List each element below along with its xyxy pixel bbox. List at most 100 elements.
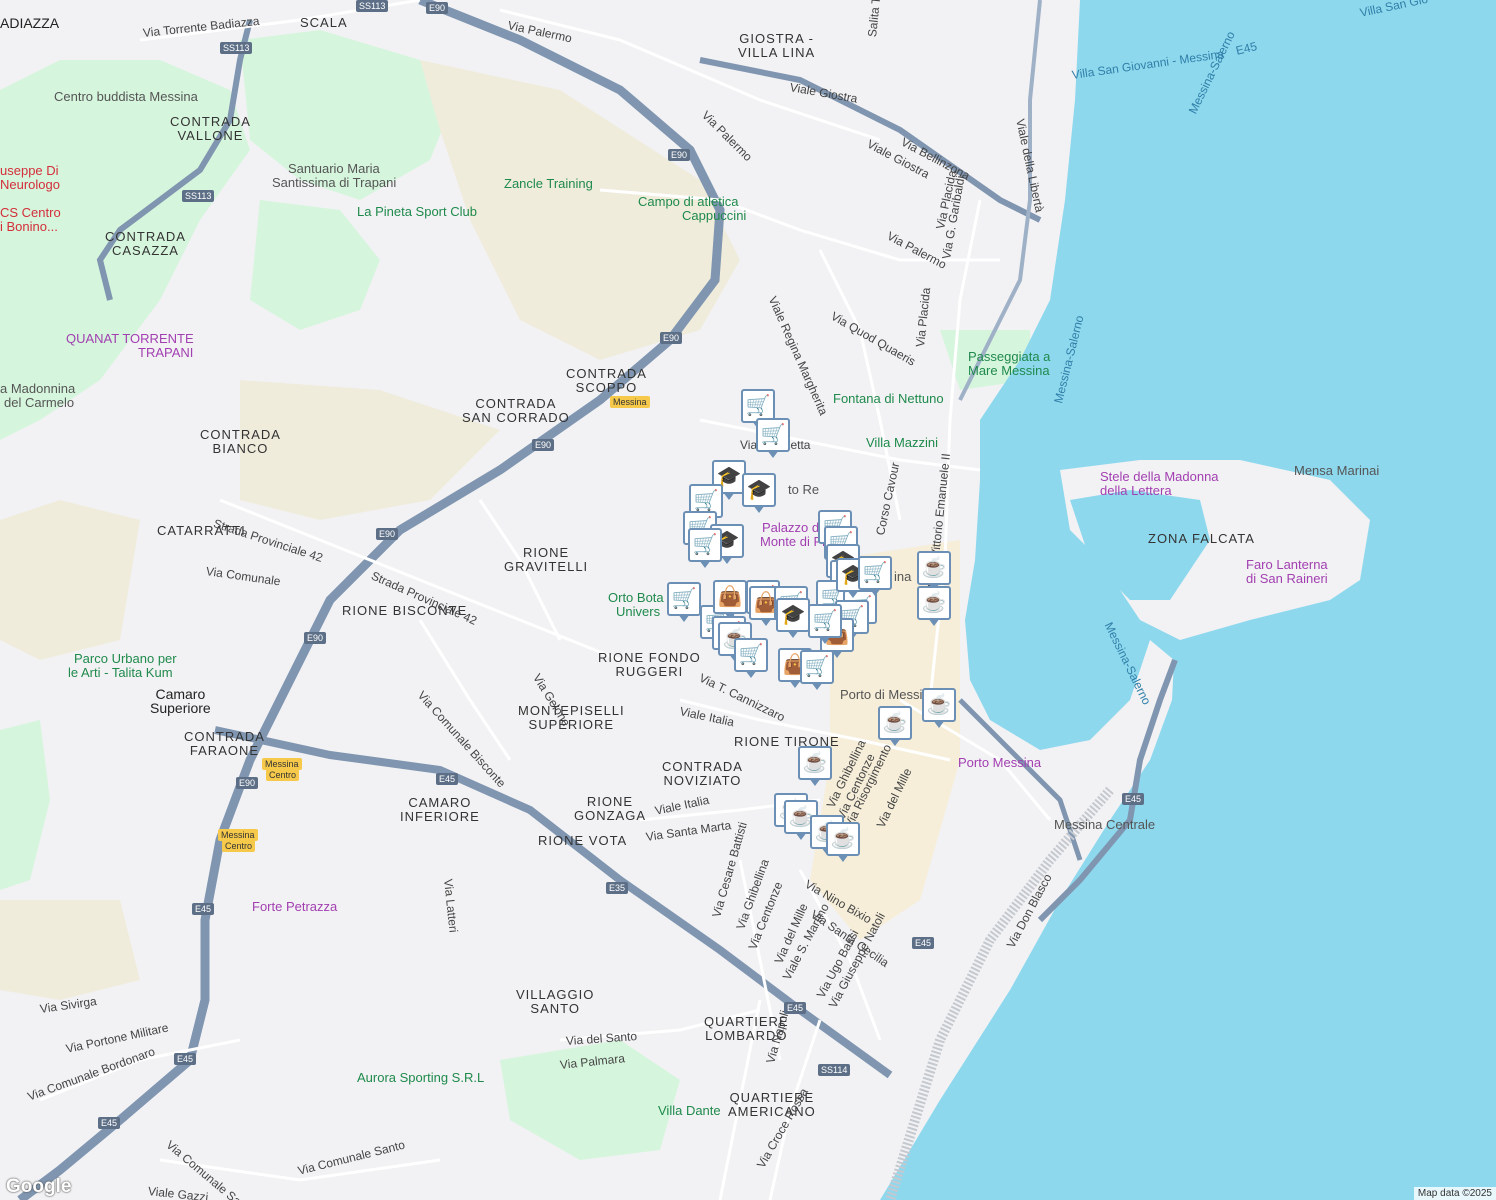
poi-label[interactable]: Monte di Pi: [760, 535, 825, 549]
shopping-cart-icon: 🛒: [693, 490, 719, 512]
marker-box: ☕: [878, 706, 912, 740]
poi-label[interactable]: Fontana di Nettuno: [833, 392, 944, 406]
area-label-line: ZONA FALCATA: [1148, 531, 1255, 546]
coffee-cup-icon: ☕: [830, 828, 856, 850]
poi-label[interactable]: Neurologo: [0, 178, 60, 192]
marker-box: 🛒: [808, 604, 842, 638]
poi-label[interactable]: Mare Messina: [968, 364, 1050, 378]
marker-box: 🛒: [734, 638, 768, 672]
area-label-line: SCALA: [300, 15, 348, 30]
poi-label[interactable]: Santissima di Trapani: [272, 176, 396, 190]
map-canvas[interactable]: SCALA GIOSTRA - VILLA LINA CONTRADA VALLONE C…: [0, 0, 1496, 1200]
park-area: [250, 200, 380, 330]
area-label-bianco: CONTRADA BIANCO: [200, 428, 281, 456]
area-label-noviziato: CONTRADA NOVIZIATO: [662, 760, 743, 788]
map-marker[interactable]: 🛒: [667, 582, 701, 622]
map-marker[interactable]: 🛒: [858, 556, 892, 596]
route-shield: E90: [376, 528, 399, 540]
area-label-line: SANTO: [530, 1001, 580, 1016]
poi-label[interactable]: Centro buddista Messina: [54, 90, 198, 104]
shopping-cart-icon: 🛒: [745, 395, 771, 417]
area-label-line: VILLA LINA: [738, 45, 816, 60]
poi-label[interactable]: Zancle Training: [504, 177, 593, 191]
area-label-line: RIONE: [523, 545, 570, 560]
poi-label[interactable]: del Carmelo: [4, 396, 74, 410]
poi-label[interactable]: Porto Messina: [958, 756, 1041, 770]
route-shield: E90: [426, 2, 449, 14]
poi-label[interactable]: TRAPANI: [138, 346, 193, 360]
map-attribution[interactable]: Map data ©2025: [1413, 1187, 1496, 1200]
route-shield: Centro: [266, 769, 300, 781]
route-shield: E90: [304, 632, 327, 644]
area-label-line: RUGGERI: [615, 664, 684, 679]
poi-label[interactable]: Mensa Marinai: [1294, 464, 1379, 478]
poi-label[interactable]: a Madonnina: [0, 382, 75, 396]
area-label-line: RIONE VOTA: [538, 833, 628, 848]
poi-label[interactable]: Santuario Maria: [288, 162, 380, 176]
poi-label[interactable]: Cappuccini: [682, 209, 746, 223]
map-marker[interactable]: 🎓: [742, 473, 776, 513]
marker-box: 🛒: [688, 528, 722, 562]
poi-label[interactable]: della Lettera: [1100, 484, 1172, 498]
map-marker[interactable]: 🛒: [688, 528, 722, 568]
poi-label[interactable]: Faro Lanterna: [1246, 558, 1328, 572]
town-label-line: ADIAZZA: [0, 15, 60, 31]
marker-box: 👜: [713, 580, 747, 614]
poi-label[interactable]: Palazzo d: [762, 521, 819, 535]
map-marker[interactable]: 🛒: [756, 418, 790, 458]
map-marker[interactable]: 🎓: [776, 598, 810, 638]
route-shield: SS114: [818, 1064, 851, 1076]
poi-label[interactable]: Orto Bota: [608, 591, 664, 605]
poi-label[interactable]: Campo di atletica: [638, 195, 738, 209]
map-marker[interactable]: 🛒: [734, 638, 768, 678]
area-label-line: CONTRADA: [200, 427, 281, 442]
map-marker[interactable]: ☕: [917, 551, 951, 591]
map-marker[interactable]: ☕: [826, 822, 860, 862]
poi-label[interactable]: Villa Dante: [658, 1104, 721, 1118]
poi-label[interactable]: ina: [894, 570, 911, 584]
poi-label[interactable]: Stele della Madonna: [1100, 470, 1219, 484]
area-label-line: BIANCO: [212, 441, 269, 456]
coffee-cup-icon: ☕: [921, 557, 947, 579]
shopping-cart-icon: 🛒: [692, 534, 718, 556]
marker-box: 🎓: [742, 473, 776, 507]
route-shield: E45: [174, 1053, 197, 1065]
area-label-camaroinf: CAMARO INFERIORE: [400, 796, 480, 824]
poi-label[interactable]: di San Raineri: [1246, 572, 1328, 586]
poi-label[interactable]: Aurora Sporting S.R.L: [357, 1071, 484, 1085]
poi-label[interactable]: QUANAT TORRENTE: [66, 332, 194, 346]
poi-label[interactable]: to Re: [788, 483, 819, 497]
map-marker[interactable]: ☕: [922, 688, 956, 728]
marker-box: ☕: [798, 746, 832, 780]
route-shield: SS113: [356, 0, 389, 12]
route-shield: E45: [784, 1002, 807, 1014]
area-label-line: NOVIZIATO: [663, 773, 742, 788]
area-label-line: MONTEPISELLI: [518, 703, 625, 718]
area-label-line: RIONE: [586, 794, 634, 809]
marker-box: ☕: [917, 551, 951, 585]
route-shield: E90: [236, 777, 259, 789]
poi-label[interactable]: Porto di Messi: [840, 688, 922, 702]
poi-label[interactable]: Messina Centrale: [1054, 818, 1155, 832]
poi-label[interactable]: i Bonino...: [0, 220, 58, 234]
route-shield: E45: [98, 1117, 121, 1129]
map-marker[interactable]: 👜: [713, 580, 747, 620]
map-marker[interactable]: 🛒: [808, 604, 842, 644]
poi-label[interactable]: CS Centro: [0, 206, 61, 220]
poi-label[interactable]: La Pineta Sport Club: [357, 205, 477, 219]
poi-label[interactable]: Univers: [616, 605, 660, 619]
area-label-gonzaga: RIONE GONZAGA: [574, 795, 646, 823]
poi-label[interactable]: le Arti - Talita Kum: [68, 666, 173, 680]
map-marker[interactable]: ☕: [878, 706, 912, 746]
area-label-casazza: CONTRADA CASAZZA: [105, 230, 186, 258]
poi-label[interactable]: Parco Urbano per: [74, 652, 177, 666]
area-label-line: CONTRADA: [105, 229, 186, 244]
map-marker[interactable]: ☕: [917, 586, 951, 626]
poi-label[interactable]: Villa Mazzini: [866, 436, 938, 450]
poi-label[interactable]: Passeggiata a: [968, 350, 1050, 364]
poi-label[interactable]: useppe Di: [0, 164, 59, 178]
poi-label[interactable]: Forte Petrazza: [252, 900, 337, 914]
google-logo: Google: [6, 1176, 72, 1197]
map-marker[interactable]: 🛒: [800, 650, 834, 690]
map-marker[interactable]: ☕: [798, 746, 832, 786]
